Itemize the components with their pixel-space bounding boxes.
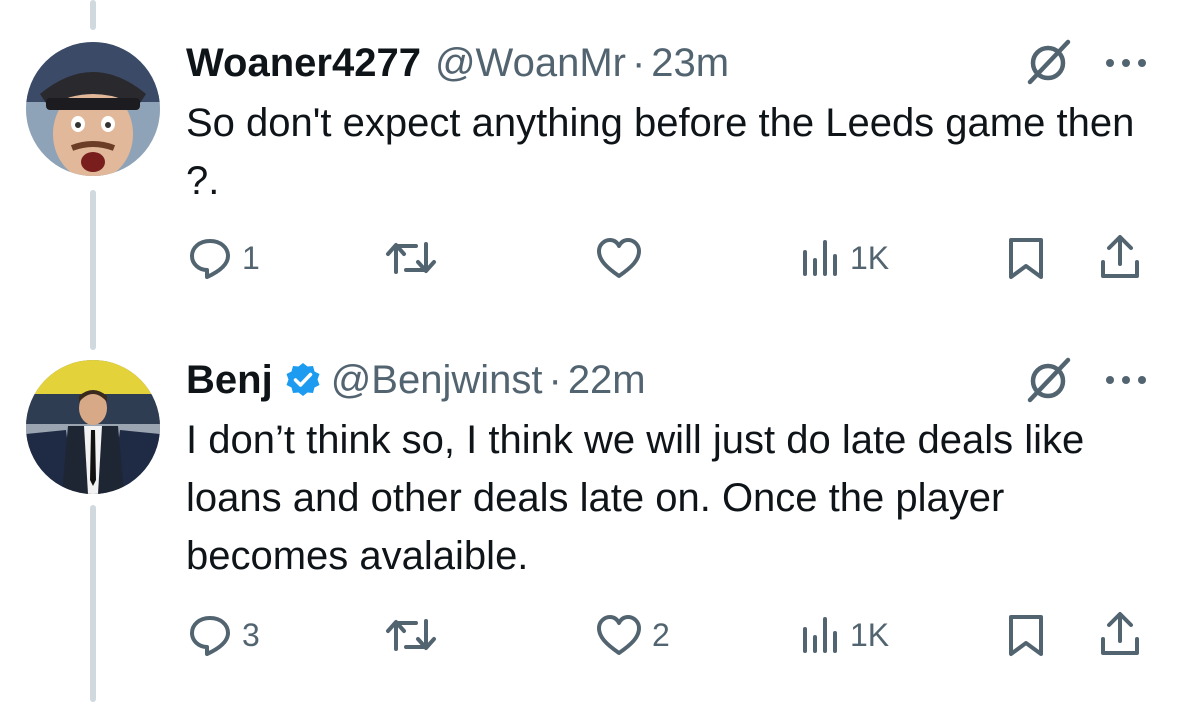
grok-icon[interactable]: [1022, 36, 1074, 88]
like-button[interactable]: 2: [596, 613, 670, 657]
reply-icon: [190, 616, 230, 656]
like-button[interactable]: [596, 236, 652, 280]
verified-badge-icon: [286, 363, 320, 396]
more-icon[interactable]: [1102, 55, 1150, 71]
display-name[interactable]: Benj: [186, 350, 273, 410]
avatar[interactable]: [26, 360, 160, 494]
bookmark-button[interactable]: [1006, 613, 1046, 657]
tweet-header: Woaner4277 @WoanMr · 23m: [186, 33, 729, 93]
bookmark-icon: [1009, 615, 1043, 656]
views-button[interactable]: 1K: [800, 238, 889, 278]
user-handle[interactable]: @Benjwinst: [331, 350, 543, 410]
thread-line-top: [90, 0, 96, 30]
thread-line-middle: [90, 190, 96, 350]
views-icon: [803, 240, 837, 276]
user-handle[interactable]: @WoanMr: [435, 33, 626, 93]
reply-button[interactable]: 3: [188, 613, 260, 657]
share-button[interactable]: [1098, 611, 1142, 657]
reply-button[interactable]: 1: [188, 236, 260, 280]
reply-icon: [190, 239, 230, 279]
reply-count: 3: [242, 616, 260, 653]
like-icon: [597, 615, 641, 655]
grok-icon[interactable]: [1022, 354, 1074, 406]
reply-count: 1: [242, 239, 260, 276]
separator-dot: ·: [631, 41, 646, 85]
retweet-button[interactable]: [384, 236, 448, 280]
retweet-icon: [386, 242, 436, 274]
retweet-icon: [386, 619, 436, 651]
avatar[interactable]: [26, 42, 160, 176]
like-count: 2: [652, 616, 670, 653]
views-icon: [803, 617, 837, 653]
tweet-header: Benj @Benjwinst · 22m: [186, 350, 646, 410]
thread-line-bottom: [90, 505, 96, 702]
share-icon: [1101, 235, 1139, 278]
share-icon: [1101, 612, 1139, 655]
tweet-text: So don't expect anything before the Leed…: [186, 101, 1135, 203]
tweet-text: I don’t think so, I think we will just d…: [186, 418, 1085, 578]
share-button[interactable]: [1098, 234, 1142, 280]
views-button[interactable]: 1K: [800, 615, 889, 655]
views-count: 1K: [850, 239, 890, 276]
bookmark-button[interactable]: [1006, 236, 1046, 280]
display-name[interactable]: Woaner4277: [186, 33, 421, 93]
like-icon: [597, 238, 641, 278]
views-count: 1K: [850, 616, 890, 653]
more-icon[interactable]: [1102, 372, 1150, 388]
separator-dot: ·: [548, 358, 562, 402]
timestamp[interactable]: 22m: [568, 350, 646, 410]
timestamp[interactable]: 23m: [651, 33, 729, 93]
retweet-button[interactable]: [384, 613, 448, 657]
bookmark-icon: [1009, 238, 1043, 279]
